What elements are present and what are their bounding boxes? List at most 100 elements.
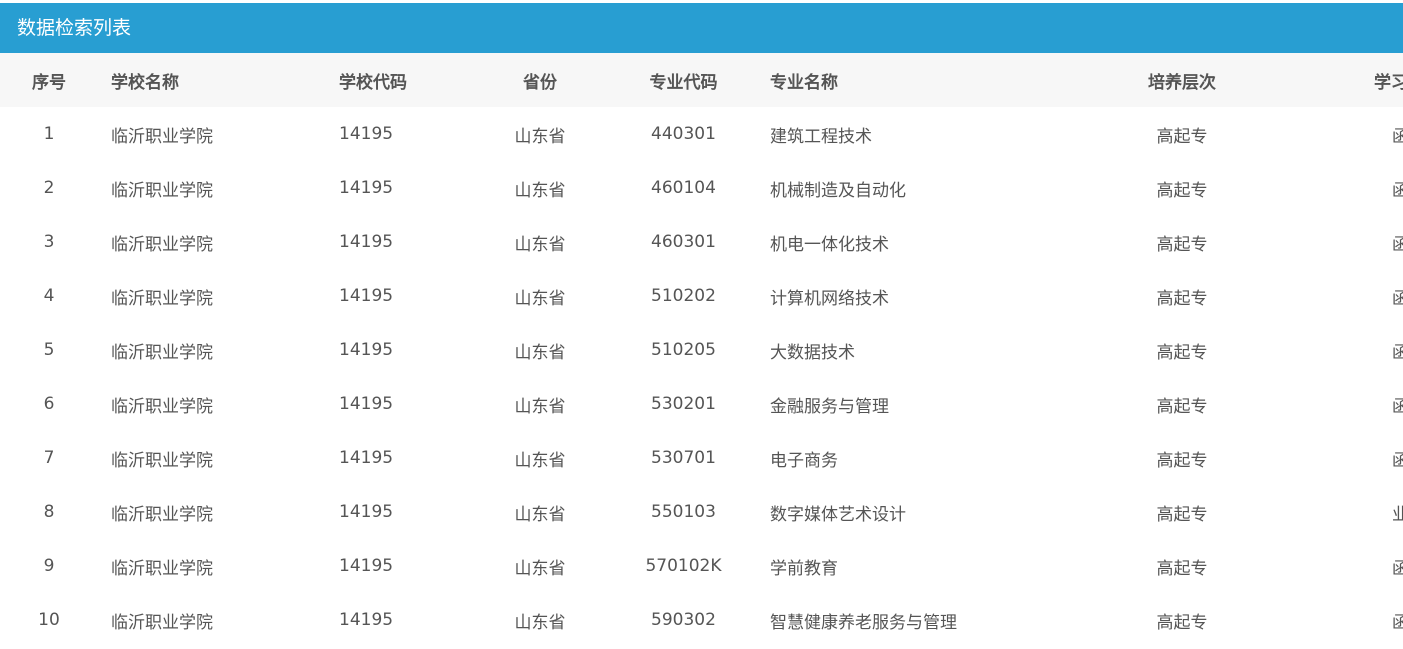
cell-province: 山东省 (514, 342, 566, 363)
cell-province: 山东省 (514, 126, 566, 147)
cell-school-name: 临沂职业学院 (111, 180, 213, 201)
cell-education-level: 高起专 (1156, 504, 1208, 525)
column-header-study-mode: 学习形式 (1374, 72, 1403, 93)
cell-major-name: 计算机网络技术 (770, 288, 889, 309)
cell-major-name: 金融服务与管理 (770, 396, 889, 417)
table-row: 6 临沂职业学院 14195 山东省 530201 金融服务与管理 高起专 函授 (0, 377, 1403, 431)
cell-education-level: 高起专 (1156, 126, 1208, 147)
table-row: 4 临沂职业学院 14195 山东省 510202 计算机网络技术 高起专 函授 (0, 269, 1403, 323)
cell-major-code: 550103 (651, 502, 716, 522)
cell-index: 1 (43, 124, 55, 144)
cell-province: 山东省 (514, 558, 566, 579)
table-body: 1 临沂职业学院 14195 山东省 440301 建筑工程技术 高起专 函授 … (0, 107, 1403, 647)
table-header-row: 序号 学校名称 学校代码 省份 专业代码 专业名称 培养层次 学习形式 (0, 53, 1403, 107)
table-row: 1 临沂职业学院 14195 山东省 440301 建筑工程技术 高起专 函授 (0, 107, 1403, 161)
cell-school-code: 14195 (339, 340, 394, 360)
cell-school-name: 临沂职业学院 (111, 126, 213, 147)
cell-school-code: 14195 (339, 178, 394, 198)
cell-province: 山东省 (514, 180, 566, 201)
cell-major-name: 智慧健康养老服务与管理 (770, 612, 957, 633)
cell-major-code: 530701 (651, 448, 716, 468)
cell-major-name: 机械制造及自动化 (770, 180, 906, 201)
cell-index: 2 (43, 178, 55, 198)
cell-school-name: 临沂职业学院 (111, 396, 213, 417)
cell-major-name: 学前教育 (770, 558, 838, 579)
table-head: 序号 学校名称 学校代码 省份 专业代码 专业名称 培养层次 学习形式 (0, 53, 1403, 107)
cell-study-mode: 函授 (1392, 288, 1403, 309)
cell-major-code: 460301 (651, 232, 716, 252)
cell-school-code: 14195 (339, 394, 394, 414)
cell-study-mode: 函授 (1392, 342, 1403, 363)
table-row: 9 临沂职业学院 14195 山东省 570102K 学前教育 高起专 函授 (0, 539, 1403, 593)
cell-education-level: 高起专 (1156, 612, 1208, 633)
cell-school-name: 临沂职业学院 (111, 558, 213, 579)
cell-major-code: 460104 (651, 178, 716, 198)
cell-study-mode: 函授 (1392, 612, 1403, 633)
cell-school-code: 14195 (339, 502, 394, 522)
cell-school-name: 临沂职业学院 (111, 234, 213, 255)
cell-school-code: 14195 (339, 556, 394, 576)
cell-index: 6 (43, 394, 55, 414)
table-row: 8 临沂职业学院 14195 山东省 550103 数字媒体艺术设计 高起专 业… (0, 485, 1403, 539)
cell-province: 山东省 (514, 504, 566, 525)
cell-education-level: 高起专 (1156, 450, 1208, 471)
table-row: 10 临沂职业学院 14195 山东省 590302 智慧健康养老服务与管理 高… (0, 593, 1403, 647)
cell-study-mode: 函授 (1392, 180, 1403, 201)
cell-school-name: 临沂职业学院 (111, 450, 213, 471)
cell-province: 山东省 (514, 612, 566, 633)
cell-major-name: 电子商务 (770, 450, 838, 471)
cell-major-name: 数字媒体艺术设计 (770, 504, 906, 525)
results-table: 序号 学校名称 学校代码 省份 专业代码 专业名称 培养层次 学习形式 1 临沂… (0, 53, 1403, 647)
cell-index: 7 (43, 448, 55, 468)
cell-school-code: 14195 (339, 286, 394, 306)
cell-major-name: 大数据技术 (770, 342, 855, 363)
cell-major-name: 建筑工程技术 (770, 126, 872, 147)
cell-education-level: 高起专 (1156, 234, 1208, 255)
column-header-index: 序号 (32, 72, 66, 93)
cell-major-code: 440301 (651, 124, 716, 144)
cell-school-name: 临沂职业学院 (111, 504, 213, 525)
column-header-major-name: 专业名称 (770, 72, 838, 93)
cell-school-code: 14195 (339, 124, 394, 144)
cell-school-code: 14195 (339, 232, 394, 252)
cell-school-name: 临沂职业学院 (111, 612, 213, 633)
table-row: 2 临沂职业学院 14195 山东省 460104 机械制造及自动化 高起专 函… (0, 161, 1403, 215)
column-header-education-level: 培养层次 (1148, 72, 1216, 93)
cell-education-level: 高起专 (1156, 558, 1208, 579)
table-row: 3 临沂职业学院 14195 山东省 460301 机电一体化技术 高起专 函授 (0, 215, 1403, 269)
cell-major-code: 510205 (651, 340, 716, 360)
table-row: 5 临沂职业学院 14195 山东省 510205 大数据技术 高起专 函授 (0, 323, 1403, 377)
column-header-school-name: 学校名称 (111, 72, 179, 93)
cell-index: 5 (43, 340, 55, 360)
cell-major-name: 机电一体化技术 (770, 234, 889, 255)
cell-study-mode: 业余 (1392, 504, 1403, 525)
cell-major-code: 510202 (651, 286, 716, 306)
cell-education-level: 高起专 (1156, 180, 1208, 201)
cell-study-mode: 函授 (1392, 450, 1403, 471)
cell-major-code: 570102K (645, 556, 722, 576)
cell-study-mode: 函授 (1392, 126, 1403, 147)
cell-province: 山东省 (514, 450, 566, 471)
cell-education-level: 高起专 (1156, 288, 1208, 309)
data-search-panel: 数据检索列表 序号 学校名称 学校代码 省份 专业代码 专业名称 培养层次 学习… (0, 3, 1403, 647)
cell-school-name: 临沂职业学院 (111, 342, 213, 363)
cell-index: 3 (43, 232, 55, 252)
column-header-school-code: 学校代码 (339, 72, 407, 93)
cell-school-name: 临沂职业学院 (111, 288, 213, 309)
cell-school-code: 14195 (339, 448, 394, 468)
cell-study-mode: 函授 (1392, 234, 1403, 255)
cell-index: 9 (43, 556, 55, 576)
panel-title: 数据检索列表 (0, 3, 1403, 53)
cell-school-code: 14195 (339, 610, 394, 630)
cell-education-level: 高起专 (1156, 396, 1208, 417)
cell-study-mode: 函授 (1392, 558, 1403, 579)
cell-major-code: 530201 (651, 394, 716, 414)
cell-major-code: 590302 (651, 610, 716, 630)
column-header-province: 省份 (523, 72, 557, 93)
cell-index: 4 (43, 286, 55, 306)
cell-province: 山东省 (514, 396, 566, 417)
cell-education-level: 高起专 (1156, 342, 1208, 363)
cell-index: 10 (38, 610, 60, 630)
cell-study-mode: 函授 (1392, 396, 1403, 417)
cell-province: 山东省 (514, 288, 566, 309)
